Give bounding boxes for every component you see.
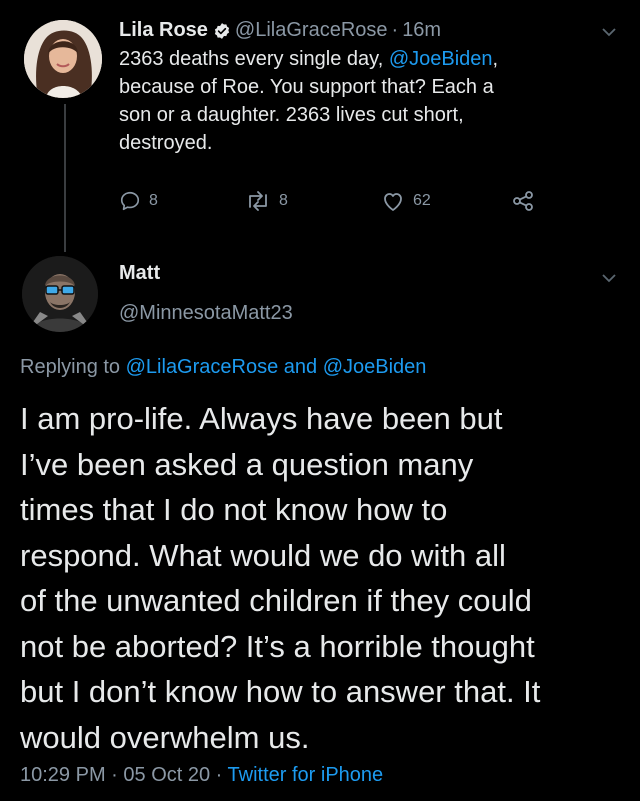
retweet-button[interactable]: 8 (245, 190, 288, 212)
reply-icon (120, 191, 140, 211)
meta-separator-2: · (210, 764, 228, 786)
chevron-down-icon[interactable] (600, 25, 618, 37)
matt-handle[interactable]: @MinnesotaMatt23 (119, 302, 293, 325)
reply-count: 8 (149, 192, 158, 209)
lila-display-name[interactable]: Lila Rose (119, 17, 208, 43)
joebiden-mention-link[interactable]: @JoeBiden (389, 48, 493, 70)
replying-and: and (278, 356, 323, 378)
share-button[interactable] (511, 190, 543, 212)
share-icon (513, 191, 533, 211)
quoted-tweet-time[interactable]: 16m (402, 17, 441, 43)
reply-time[interactable]: 10:29 PM (20, 764, 106, 786)
lilagracerose-mention-link[interactable]: @LilaGraceRose (126, 356, 279, 378)
retweet-count: 8 (279, 192, 288, 209)
retweet-icon (249, 191, 267, 211)
quoted-text-part-a: 2363 deaths every single day, (119, 48, 389, 70)
chevron-down-icon[interactable] (600, 271, 618, 283)
matt-display-name[interactable]: Matt (119, 262, 160, 285)
replying-prefix: Replying to (20, 356, 126, 378)
verified-badge-icon (213, 21, 231, 39)
like-count: 62 (413, 192, 431, 209)
tweet-source-link[interactable]: Twitter for iPhone (228, 764, 384, 786)
replying-to-line: Replying to @LilaGraceRose and @JoeBiden (20, 356, 426, 379)
matt-avatar[interactable] (22, 256, 98, 332)
header-separator: · (391, 19, 399, 41)
lila-handle[interactable]: @LilaGraceRose (235, 17, 388, 43)
reply-date[interactable]: 05 Oct 20 (123, 764, 210, 786)
reply-tweet-body: I am pro-life. Always have been but I’ve… (20, 401, 541, 755)
quoted-tweet-header: Lila Rose @LilaGraceRose · 16m (119, 17, 590, 43)
thread-line (64, 104, 66, 252)
reply-tweet-meta: 10:29 PM · 05 Oct 20 · Twitter for iPhon… (20, 764, 383, 787)
reply-button[interactable]: 8 (119, 190, 158, 212)
meta-separator-1: · (105, 764, 124, 786)
quoted-tweet-actions: 8 8 62 (119, 190, 559, 220)
heart-icon (384, 193, 402, 211)
lila-rose-avatar[interactable] (24, 20, 102, 98)
joebiden-reply-mention-link[interactable]: @JoeBiden (323, 356, 427, 378)
quoted-tweet-text: 2363 deaths every single day, @JoeBiden,… (119, 45, 609, 157)
like-button[interactable]: 62 (381, 190, 431, 212)
